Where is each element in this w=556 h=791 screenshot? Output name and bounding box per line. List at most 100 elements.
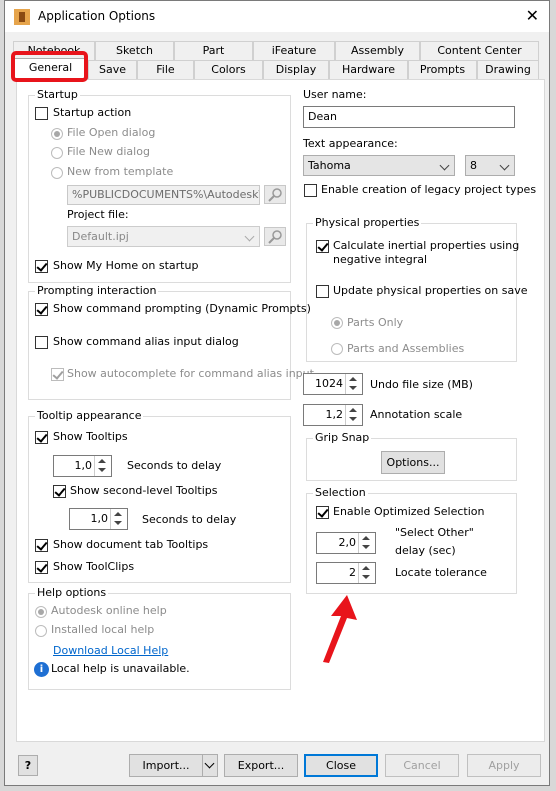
tab-hardware[interactable]: Hardware — [329, 60, 408, 79]
chevron-down-icon — [244, 231, 255, 242]
spin-up-icon[interactable] — [362, 536, 370, 540]
tab-row-2: General Save File Colors Display Hardwar… — [9, 58, 547, 80]
help-options-group: Help options Autodesk online help Instal… — [28, 586, 291, 690]
autocomplete-label: Show autocomplete for command alias inpu… — [67, 367, 314, 380]
template-browse-button[interactable] — [264, 185, 286, 204]
second-level-delay-label: Seconds to delay — [142, 513, 237, 526]
help-button[interactable]: ? — [18, 755, 38, 776]
tab-ifeature[interactable]: iFeature — [253, 41, 335, 60]
project-file-dropdown[interactable]: Default.ipj — [67, 226, 260, 247]
cancel-button[interactable]: Cancel — [385, 754, 459, 777]
spin-down-icon[interactable] — [349, 386, 357, 390]
inventor-app-icon — [14, 9, 30, 25]
tooltip-delay-label: Seconds to delay — [127, 459, 222, 472]
toolclips-checkbox[interactable] — [35, 561, 48, 574]
spin-up-icon[interactable] — [349, 408, 357, 412]
user-name-input[interactable]: Dean — [303, 106, 515, 128]
parts-only-radio[interactable] — [331, 317, 343, 329]
tooltip-delay-spinner[interactable]: 1,0 — [53, 455, 112, 477]
calc-inertial-checkbox[interactable] — [316, 240, 329, 253]
tab-content-center[interactable]: Content Center — [420, 41, 539, 60]
locate-tolerance-spinner[interactable]: 2 — [316, 562, 376, 584]
parts-assemblies-radio[interactable] — [331, 343, 343, 355]
second-level-delay-spinner[interactable]: 1,0 — [69, 508, 128, 530]
project-browse-button[interactable] — [264, 227, 286, 246]
file-new-radio[interactable] — [51, 147, 63, 159]
spin-up-icon[interactable] — [362, 566, 370, 570]
spin-up-icon[interactable] — [98, 459, 106, 463]
spin-down-icon[interactable] — [98, 468, 106, 472]
window-title: Application Options — [38, 9, 156, 23]
spin-up-icon[interactable] — [349, 377, 357, 381]
tab-assembly[interactable]: Assembly — [335, 41, 420, 60]
spin-down-icon[interactable] — [362, 575, 370, 579]
tab-part[interactable]: Part — [174, 41, 253, 60]
legacy-types-checkbox[interactable] — [304, 184, 317, 197]
help-icon: ? — [24, 759, 32, 772]
doc-tab-tooltips-checkbox[interactable] — [35, 539, 48, 552]
optimized-selection-checkbox[interactable] — [316, 506, 329, 519]
import-dropdown-button[interactable] — [202, 754, 218, 777]
physical-properties-group: Physical properties Calculate inertial p… — [306, 216, 528, 362]
file-new-label: File New dialog — [67, 145, 150, 158]
update-on-save-label: Update physical properties on save — [333, 284, 528, 297]
alias-dialog-checkbox[interactable] — [35, 336, 48, 349]
online-help-radio[interactable] — [35, 606, 47, 618]
tab-drawing[interactable]: Drawing — [477, 60, 539, 79]
annotation-scale-spinner[interactable]: 1,2 — [303, 404, 363, 426]
apply-button[interactable]: Apply — [467, 754, 541, 777]
tab-file[interactable]: File — [137, 60, 194, 79]
tab-sketch[interactable]: Sketch — [95, 41, 174, 60]
selection-group: Selection Enable Optimized Selection 2,0… — [306, 486, 517, 594]
spin-down-icon[interactable] — [362, 545, 370, 549]
user-name-label: User name: — [303, 88, 367, 101]
font-size-value: 8 — [470, 159, 477, 172]
close-button[interactable]: Close — [304, 754, 378, 777]
grip-snap-options-button[interactable]: Options... — [381, 451, 445, 474]
spin-down-icon[interactable] — [349, 417, 357, 421]
spin-down-icon[interactable] — [114, 521, 122, 525]
physical-properties-title: Physical properties — [313, 216, 422, 229]
browse-icon — [268, 230, 282, 244]
command-prompting-label: Show command prompting (Dynamic Prompts) — [53, 302, 311, 315]
undo-size-value: 1024 — [315, 377, 343, 390]
select-other-delay-spinner[interactable]: 2,0 — [316, 532, 376, 554]
font-size-dropdown[interactable]: 8 — [465, 155, 515, 176]
close-icon[interactable]: ✕ — [526, 6, 539, 25]
import-button[interactable]: Import... — [129, 754, 203, 777]
local-help-status: Local help is unavailable. — [51, 662, 190, 675]
undo-size-spinner[interactable]: 1024 — [303, 373, 363, 395]
autocomplete-checkbox[interactable] — [51, 368, 64, 381]
spin-up-icon[interactable] — [114, 512, 122, 516]
command-prompting-checkbox[interactable] — [35, 303, 48, 316]
select-other-delay-value: 2,0 — [338, 536, 357, 549]
font-value: Tahoma — [308, 159, 351, 172]
tab-colors[interactable]: Colors — [194, 60, 263, 79]
update-on-save-checkbox[interactable] — [316, 285, 329, 298]
tab-prompts[interactable]: Prompts — [408, 60, 477, 79]
title-bar: Application Options ✕ — [5, 1, 549, 32]
online-help-label: Autodesk online help — [51, 604, 167, 617]
second-level-checkbox[interactable] — [53, 485, 66, 498]
installed-help-label: Installed local help — [51, 623, 155, 636]
tooltip-delay-value: 1,0 — [74, 459, 93, 472]
red-arrow-annotation — [323, 595, 357, 663]
help-options-title: Help options — [35, 586, 109, 599]
installed-help-radio[interactable] — [35, 625, 47, 637]
file-open-radio[interactable] — [51, 128, 63, 140]
show-tooltips-checkbox[interactable] — [35, 431, 48, 444]
download-local-help-link[interactable]: Download Local Help — [53, 644, 168, 657]
font-dropdown[interactable]: Tahoma — [303, 155, 455, 176]
annotation-scale-value: 1,2 — [325, 408, 344, 421]
tooltip-group: Tooltip appearance Show Tooltips 1,0 Sec… — [28, 409, 291, 583]
locate-tolerance-value: 2 — [349, 566, 356, 579]
tab-save[interactable]: Save — [88, 60, 137, 79]
tab-display[interactable]: Display — [263, 60, 329, 79]
template-path-field[interactable]: %PUBLICDOCUMENTS%\Autodesk\Inv — [67, 185, 260, 205]
export-button[interactable]: Export... — [224, 754, 298, 777]
startup-group: Startup Startup action File Open dialog … — [28, 88, 291, 283]
new-template-radio[interactable] — [51, 167, 63, 179]
startup-action-checkbox[interactable] — [35, 107, 48, 120]
show-my-home-checkbox[interactable] — [35, 260, 48, 273]
application-options-dialog: Application Options ✕ Notebook Sketch Pa… — [4, 0, 550, 786]
